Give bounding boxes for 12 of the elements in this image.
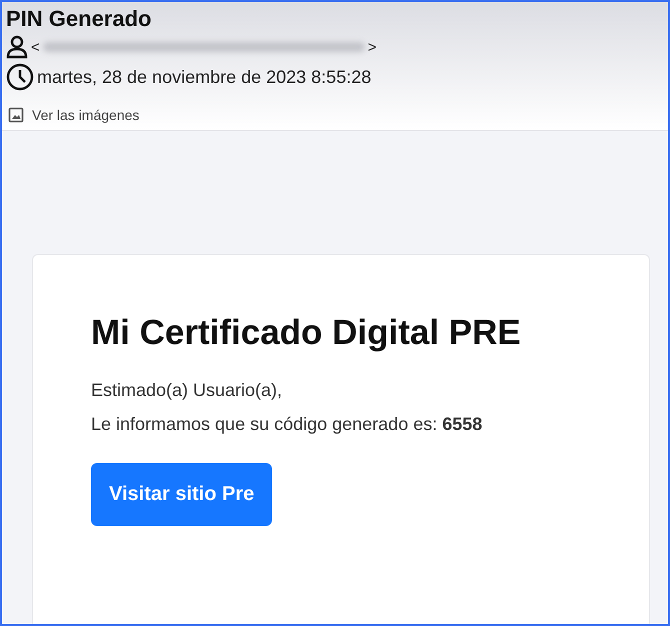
code-message: Le informamos que su código generado es: 6558 [91,413,484,436]
show-images-link[interactable]: Ver las imágenes [32,107,140,123]
clock-icon [6,63,34,91]
sender-bracket: > [368,38,377,56]
email-subject: PIN Generado [6,6,152,32]
message-heading: Mi Certificado Digital PRE [91,313,522,353]
sent-date: martes, 28 de noviembre de 2023 8:55:28 [37,66,372,88]
visit-site-button[interactable]: Visitar sitio Pre [91,463,272,526]
image-icon [8,107,24,123]
sender-bracket: < [31,38,40,56]
greeting-text: Estimado(a) Usuario(a), [91,379,284,402]
person-icon [6,35,28,59]
